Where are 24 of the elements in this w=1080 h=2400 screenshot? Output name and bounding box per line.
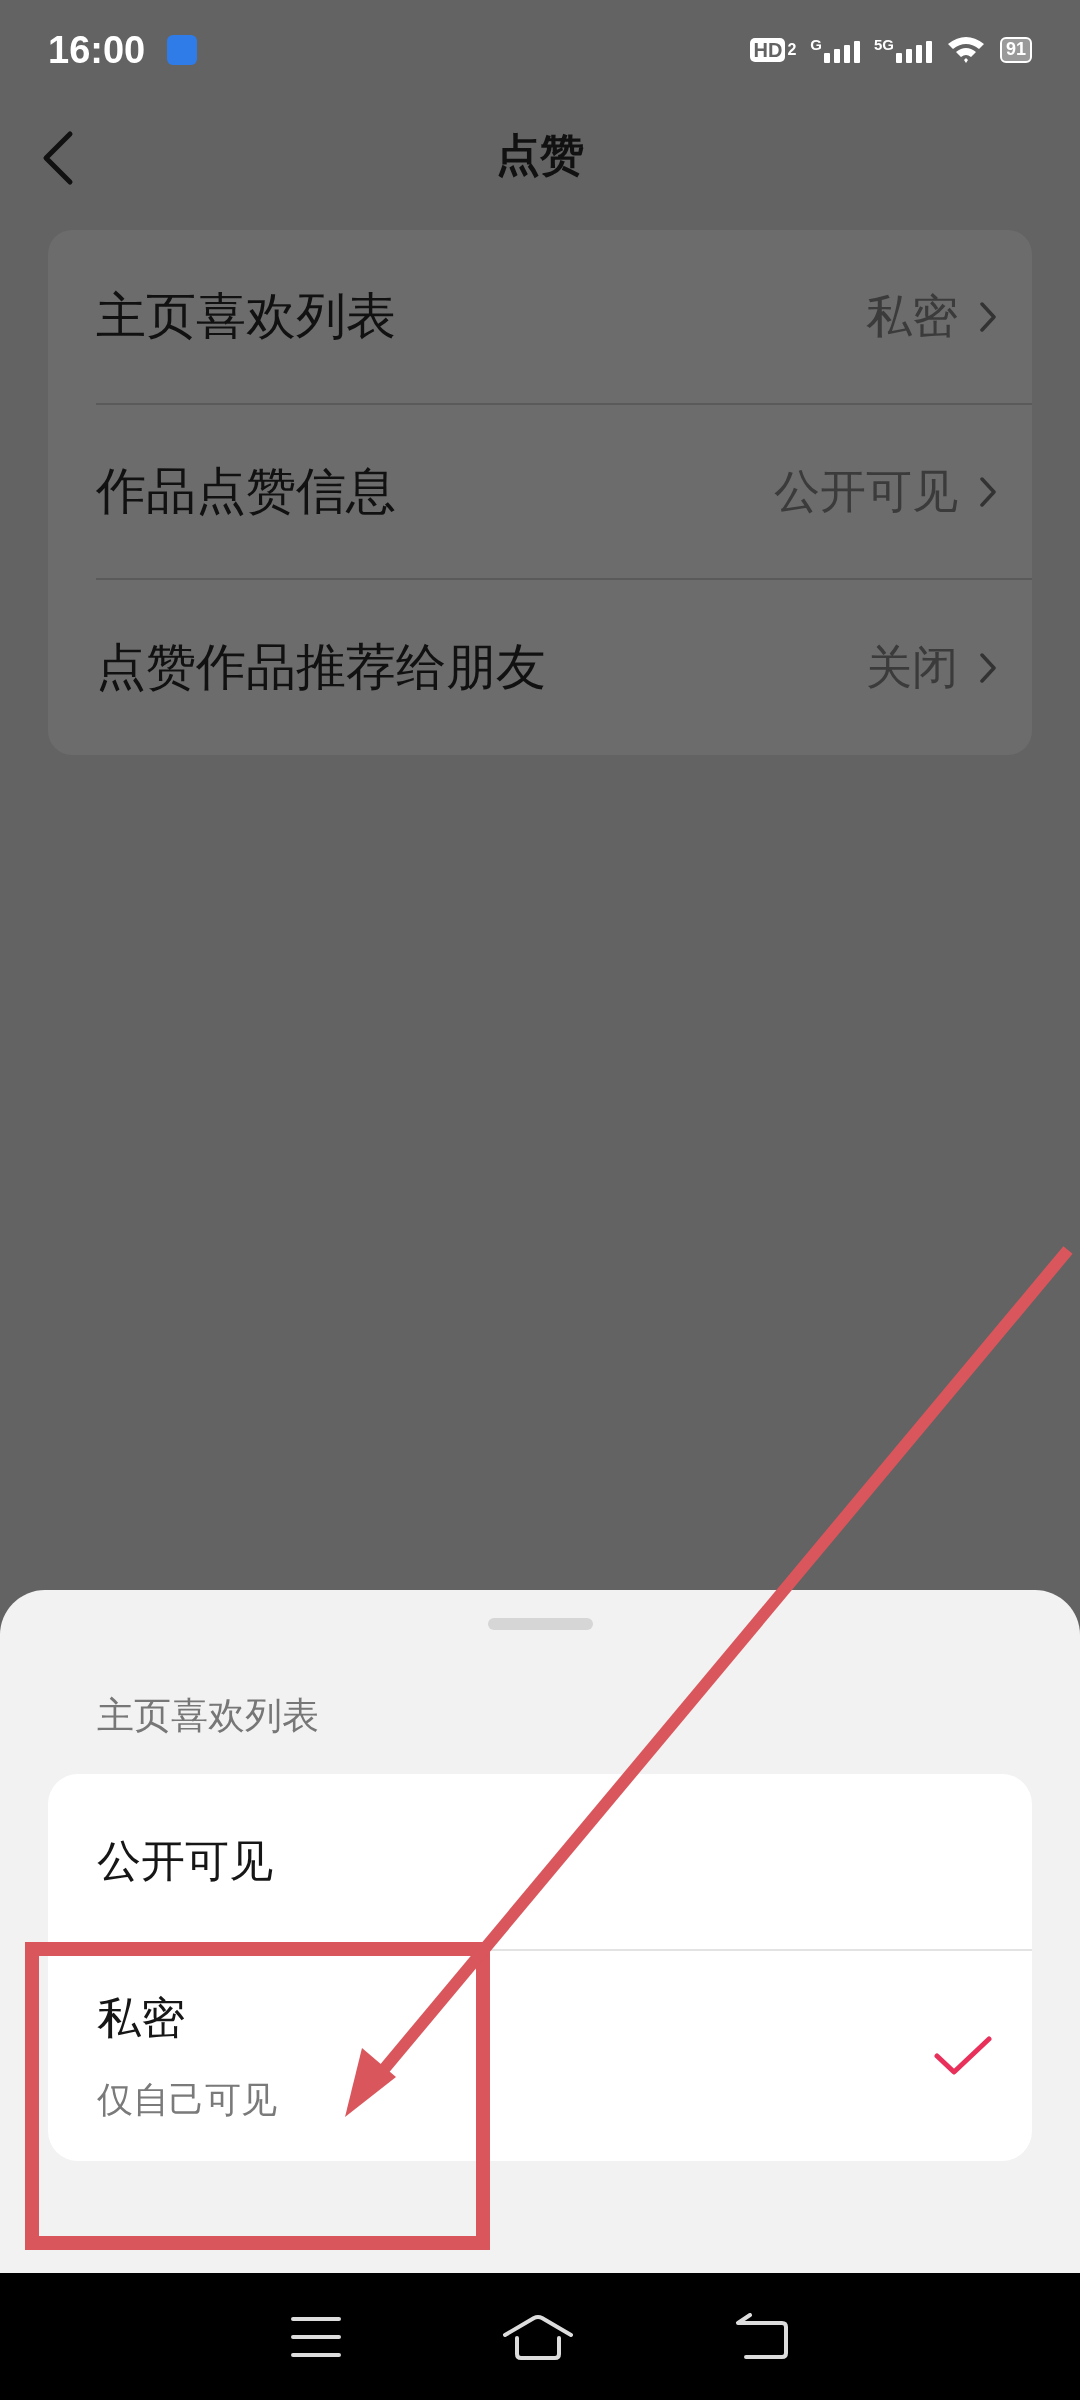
option-description: 仅自己可见 [97,2077,277,2122]
hd-badge: HD [750,38,786,62]
check-icon [934,2035,992,2076]
menu-icon[interactable] [290,2314,342,2359]
sheet-title: 主页喜欢列表 [97,1694,320,1738]
app-notification-icon [167,35,198,65]
network-type: 5G [873,37,894,52]
chevron-icon [980,301,996,332]
battery-indicator: 91 [999,37,1032,63]
sheet-handle[interactable] [487,1618,593,1630]
network-type: G [810,37,822,52]
home-icon[interactable] [502,2313,574,2360]
option-label: 私密 [97,1991,186,2044]
back-icon[interactable] [734,2312,790,2361]
sim-number: 2 [787,40,797,60]
chevron-icon [980,652,996,683]
chevron-icon [980,476,996,507]
setting-label: 点赞作品推荐给朋友 [96,638,546,697]
setting-label: 作品点赞信息 [96,462,396,521]
status-time: 16:00 [48,27,146,73]
setting-label: 主页喜欢列表 [96,287,396,346]
option-item[interactable]: 公开可见 [48,1773,1032,1949]
option-label: 公开可见 [97,1835,273,1887]
page-title: 点赞 [496,129,584,181]
